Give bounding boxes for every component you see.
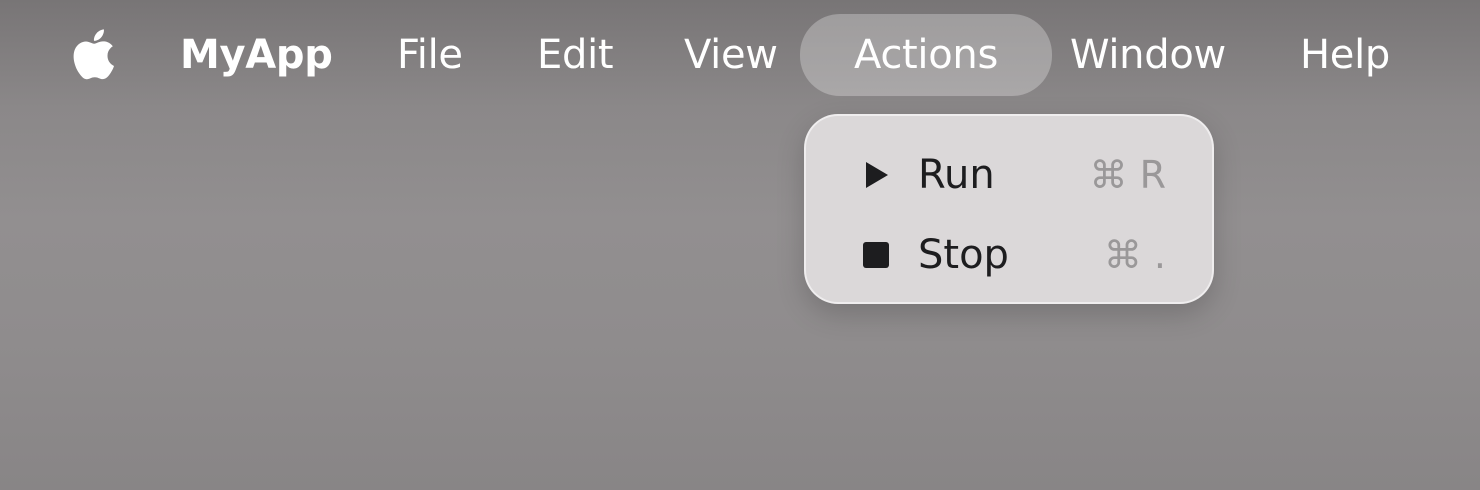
menu-item-run[interactable]: Run ⌘ R [806,140,1212,210]
menu-help[interactable]: Help [1300,14,1390,96]
menu-edit[interactable]: Edit [537,14,614,96]
menu-item-stop-shortcut: ⌘ . [1103,233,1166,277]
menu-item-run-label: Run [918,152,995,198]
apple-logo-icon[interactable] [66,26,116,82]
menu-actions[interactable]: Actions [800,14,1052,96]
menu-app-name[interactable]: MyApp [180,14,333,96]
menu-item-run-shortcut: ⌘ R [1089,153,1166,197]
stop-icon [860,239,892,271]
menu-view[interactable]: View [684,14,778,96]
menu-bar: MyApp File Edit View Actions Window Help [0,0,1480,110]
menu-item-stop[interactable]: Stop ⌘ . [806,220,1212,290]
menu-file[interactable]: File [397,14,463,96]
actions-dropdown-menu: Run ⌘ R Stop ⌘ . [804,114,1214,304]
menu-item-stop-label: Stop [918,232,1009,278]
menu-window[interactable]: Window [1070,14,1226,96]
play-icon [860,159,892,191]
